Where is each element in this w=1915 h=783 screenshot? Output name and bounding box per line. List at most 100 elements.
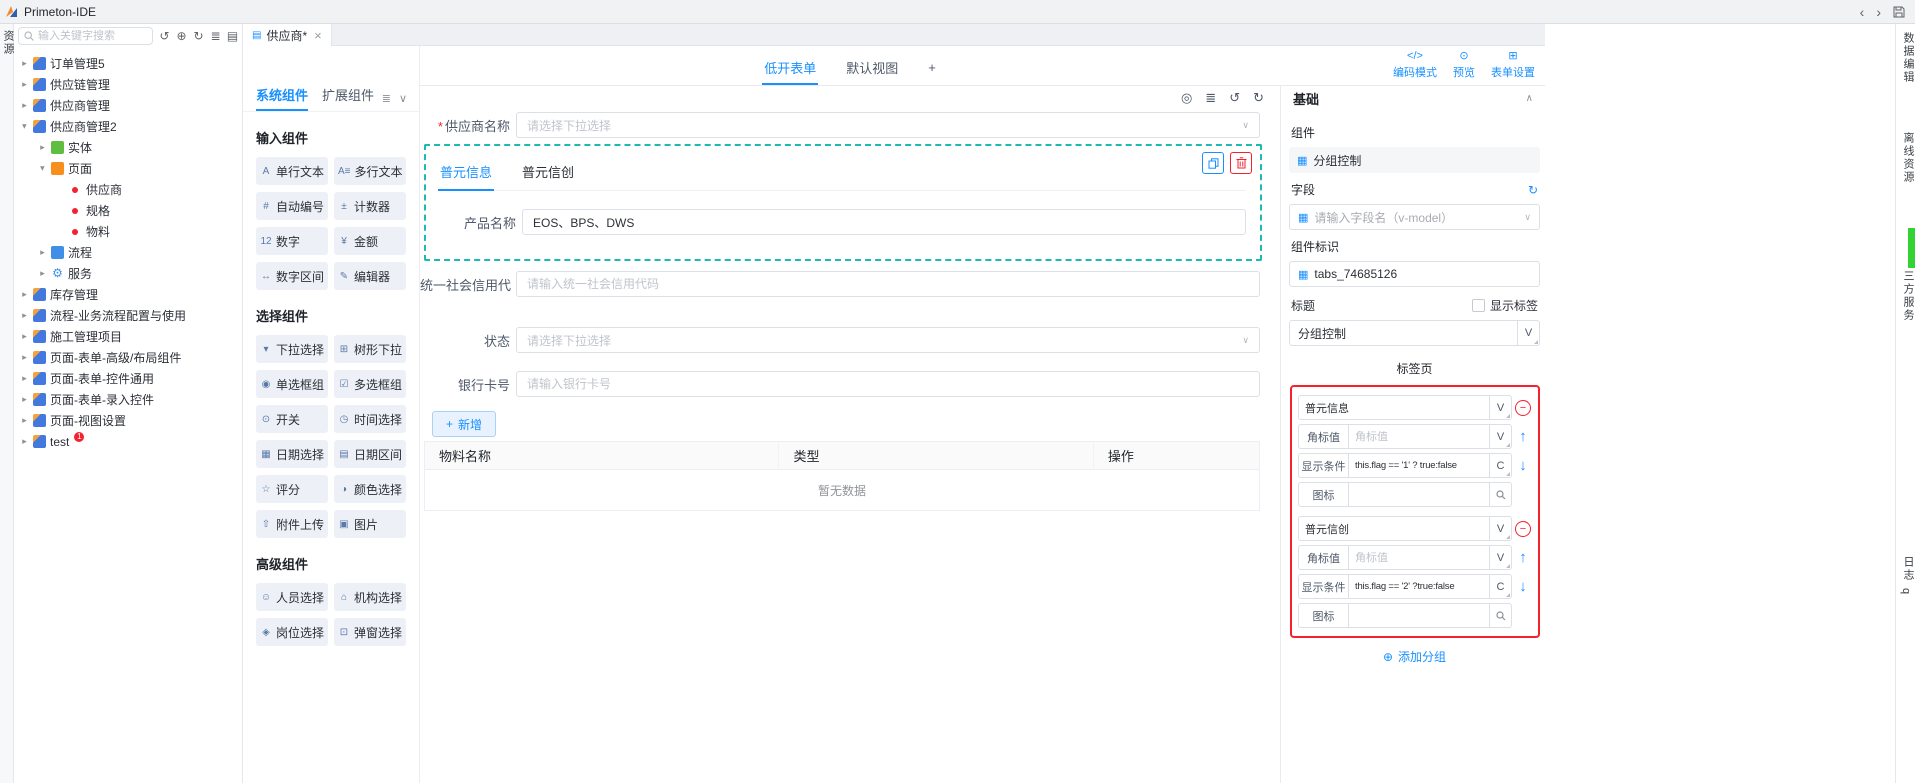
field-supplier-name[interactable]: *供应商名称 请选择下拉选择 ∨ xyxy=(420,112,1260,138)
palette-item-post-select[interactable]: ◈岗位选择 xyxy=(256,618,328,646)
palette-tab-2[interactable]: 扩展组件 xyxy=(322,85,374,111)
docs-icon[interactable]: ▤ xyxy=(226,29,239,43)
forward-icon[interactable]: › xyxy=(1876,5,1881,19)
right-rail-item-3[interactable]: 三方服务 xyxy=(1900,270,1915,322)
expand-arrow-icon[interactable]: ▸ xyxy=(37,164,48,173)
collapse-section-icon[interactable]: ∧ xyxy=(1526,93,1533,104)
palette-item-counter[interactable]: ±计数器 xyxy=(334,192,406,220)
tree-item[interactable]: ▸页面 xyxy=(14,158,242,179)
palette-item-date-picker[interactable]: ▦日期选择 xyxy=(256,440,328,468)
palette-more-icon[interactable]: ≣ xyxy=(382,92,391,105)
palette-item-number[interactable]: 12数字 xyxy=(256,227,328,255)
field-select[interactable]: ▦ 请输入字段名（v-model） ∨ xyxy=(1289,204,1540,230)
palette-item-image[interactable]: ▣图片 xyxy=(334,510,406,538)
badge-value-input[interactable] xyxy=(1355,431,1483,443)
redo-icon[interactable]: ↻ xyxy=(1253,90,1264,106)
move-up-button[interactable]: ↑ xyxy=(1519,549,1527,566)
palette-item-person-select[interactable]: ☺人员选择 xyxy=(256,583,328,611)
component-id-field[interactable]: ▦ xyxy=(1289,261,1540,287)
refresh-field-icon[interactable]: ↻ xyxy=(1528,183,1538,197)
palette-item-org-select[interactable]: ⌂机构选择 xyxy=(334,583,406,611)
field-product-name[interactable]: 产品名称 xyxy=(426,209,1246,235)
condition-type-button[interactable]: C xyxy=(1490,453,1512,478)
field-bank-card[interactable]: 银行卡号 xyxy=(420,371,1260,397)
tree-item[interactable]: 物料 xyxy=(14,221,242,242)
palette-item-tree-select[interactable]: ⊞树形下拉 xyxy=(334,335,406,363)
condition-type-button[interactable]: C xyxy=(1490,574,1512,599)
move-up-button[interactable]: ↑ xyxy=(1519,428,1527,445)
tree-item[interactable]: ▸页面-视图设置 xyxy=(14,410,242,431)
palette-item-upload[interactable]: ⇧附件上传 xyxy=(256,510,328,538)
view-tab-1[interactable]: 低开表单 xyxy=(762,48,818,85)
explorer-search[interactable] xyxy=(18,27,153,45)
icon-input[interactable] xyxy=(1355,489,1483,501)
tree-item[interactable]: ▸施工管理项目 xyxy=(14,326,242,347)
history-icon[interactable]: ↺ xyxy=(158,29,171,43)
expand-arrow-icon[interactable]: ▸ xyxy=(20,331,29,342)
title-value-type-button[interactable]: V xyxy=(1518,320,1540,346)
component-tab-2[interactable]: 普元信创 xyxy=(520,156,576,191)
tabs-component-selected[interactable]: 普元信息普元信创 产品名称 xyxy=(424,144,1262,261)
undo-icon[interactable]: ↺ xyxy=(1229,90,1240,106)
palette-item-date-range[interactable]: ▤日期区间 xyxy=(334,440,406,468)
explorer-search-input[interactable] xyxy=(38,30,147,42)
palette-item-select[interactable]: ▾下拉选择 xyxy=(256,335,328,363)
right-rail-item-2[interactable]: 离线资源 xyxy=(1900,132,1915,184)
expand-arrow-icon[interactable]: ▸ xyxy=(20,100,29,111)
back-icon[interactable]: ‹ xyxy=(1860,5,1865,19)
tree-item[interactable]: ▸供应链管理 xyxy=(14,74,242,95)
tree-item[interactable]: ▸库存管理 xyxy=(14,284,242,305)
tree-item[interactable]: ▸页面-表单-高级/布局组件 xyxy=(14,347,242,368)
expand-arrow-icon[interactable]: ▸ xyxy=(19,122,30,131)
editor-tab-supplier[interactable]: ▤ 供应商* × xyxy=(243,24,332,46)
palette-item-currency[interactable]: ¥金额 xyxy=(334,227,406,255)
expand-arrow-icon[interactable]: ▸ xyxy=(20,373,29,384)
tree-item[interactable]: ▸订单管理5 xyxy=(14,53,242,74)
add-view-button[interactable]: + xyxy=(926,50,938,83)
palette-item-switch[interactable]: ⊙开关 xyxy=(256,405,328,433)
tree-item[interactable]: ▸流程-业务流程配置与使用 xyxy=(14,305,242,326)
badge-value-input[interactable] xyxy=(1355,552,1483,564)
palette-item-auto-number[interactable]: #自动编号 xyxy=(256,192,328,220)
move-down-button[interactable]: ↓ xyxy=(1519,457,1527,474)
expand-arrow-icon[interactable]: ▸ xyxy=(20,58,29,69)
palette-item-text-single[interactable]: A单行文本 xyxy=(256,157,328,185)
close-tab-icon[interactable]: × xyxy=(314,28,322,43)
group-name-type-button[interactable]: V xyxy=(1490,516,1512,541)
tree-item[interactable]: ▸流程 xyxy=(14,242,242,263)
preview-button[interactable]: ⊙预览 xyxy=(1453,50,1475,80)
credit-code-input[interactable] xyxy=(527,277,1249,291)
expand-arrow-icon[interactable]: ▸ xyxy=(20,289,29,300)
props-header[interactable]: 基础 ∧ xyxy=(1281,86,1545,110)
show-label-checkbox[interactable] xyxy=(1472,299,1485,312)
badge-type-button[interactable]: V xyxy=(1490,545,1512,570)
expand-arrow-icon[interactable]: ▸ xyxy=(20,394,29,405)
device-icon[interactable]: ◎ xyxy=(1181,90,1192,106)
tree-item[interactable]: ▸页面-表单-控件通用 xyxy=(14,368,242,389)
palette-item-color-picker[interactable]: ◑颜色选择 xyxy=(334,475,406,503)
tree-item[interactable]: ▸供应商管理 xyxy=(14,95,242,116)
expand-arrow-icon[interactable]: ▸ xyxy=(38,268,47,279)
right-rail-item-4[interactable]: 日志 xyxy=(1900,556,1915,582)
tree-item[interactable]: 供应商 xyxy=(14,179,242,200)
collapse-all-icon[interactable]: ≣ xyxy=(209,29,222,43)
group-name-type-button[interactable]: V xyxy=(1490,395,1512,420)
remove-group-button[interactable]: − xyxy=(1515,400,1531,416)
expand-arrow-icon[interactable]: ▸ xyxy=(20,79,29,90)
tree-item[interactable]: ▸实体 xyxy=(14,137,242,158)
icon-search-button[interactable] xyxy=(1490,603,1512,628)
palette-item-checkbox-group[interactable]: ☑多选框组 xyxy=(334,370,406,398)
title-input[interactable] xyxy=(1298,326,1509,340)
icon-search-button[interactable] xyxy=(1490,482,1512,507)
expand-arrow-icon[interactable]: ▸ xyxy=(20,310,29,321)
tree-item[interactable]: ▸供应商管理2 xyxy=(14,116,242,137)
icon-input[interactable] xyxy=(1355,610,1483,622)
tree-item[interactable]: ▸⚙服务 xyxy=(14,263,242,284)
right-rail-item-1[interactable]: 数据编辑 xyxy=(1900,32,1915,84)
outline-icon[interactable]: ≣ xyxy=(1205,90,1216,106)
palette-item-time-picker[interactable]: ◷时间选择 xyxy=(334,405,406,433)
group-name-input[interactable] xyxy=(1305,523,1483,535)
condition-input[interactable] xyxy=(1355,581,1483,592)
component-id-input[interactable] xyxy=(1314,267,1531,281)
view-tab-2[interactable]: 默认视图 xyxy=(844,48,900,85)
